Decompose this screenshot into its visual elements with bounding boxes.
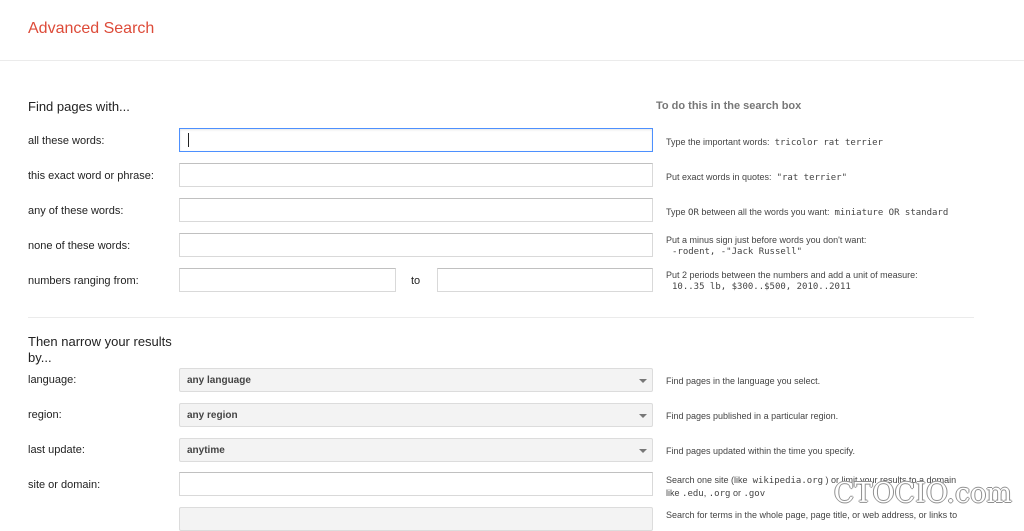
terms-appearing-hint: Search for terms in the whole page, page… [666, 510, 958, 520]
all-words-hint-example: tricolor rat terrier [774, 138, 883, 148]
none-words-hint: Put a minus sign just before words you d… [666, 234, 866, 258]
dropdown-arrow-icon [639, 379, 647, 383]
last-update-label: last update: [28, 444, 85, 456]
region-label: region: [28, 409, 62, 421]
any-words-hint-text-1: Type [666, 207, 686, 217]
site-domain-hint-code4: .gov [743, 489, 766, 499]
all-words-hint: Type the important words: tricolor rat t… [666, 136, 883, 149]
numbers-to-input[interactable] [437, 268, 653, 292]
all-words-label: all these words: [28, 135, 105, 147]
narrow-results-heading: Then narrow your results by... [28, 334, 172, 366]
narrow-results-heading-line1: Then narrow your results [28, 334, 172, 349]
watermark: CTOCIO.com [833, 478, 1012, 509]
any-words-input[interactable] [179, 198, 653, 222]
numbers-to-label: to [411, 275, 421, 287]
none-words-hint-text: Put a minus sign just before words you d… [666, 235, 867, 245]
text-caret [188, 133, 189, 147]
exact-phrase-input[interactable] [179, 163, 653, 187]
last-update-selected-value: anytime [187, 445, 225, 456]
any-words-hint: Type OR between all the words you want: … [666, 206, 948, 219]
exact-phrase-hint: Put exact words in quotes: "rat terrier" [666, 171, 847, 184]
numbers-range-hint: Put 2 periods between the numbers and ad… [666, 269, 918, 293]
numbers-range-label: numbers ranging from: [28, 275, 139, 287]
language-label: language: [28, 374, 77, 386]
site-domain-input[interactable] [179, 472, 653, 496]
any-words-hint-text-2: between all the words you want: [701, 207, 830, 217]
site-domain-hint-part1: Search one site (like [666, 475, 748, 485]
region-hint: Find pages published in a particular reg… [666, 411, 839, 421]
site-domain-hint-part3: like [666, 488, 680, 498]
all-words-input[interactable] [179, 128, 653, 152]
exact-phrase-hint-example: "rat terrier" [776, 173, 848, 183]
narrow-results-heading-line2: by... [28, 350, 52, 365]
terms-appearing-select[interactable] [179, 507, 653, 531]
numbers-range-hint-example: 10..35 lb, $300..$500, 2010..2011 [672, 282, 851, 292]
page-title: Advanced Search [28, 20, 155, 37]
last-update-hint: Find pages updated within the time you s… [666, 446, 855, 456]
dropdown-arrow-icon [639, 414, 647, 418]
exact-phrase-label: this exact word or phrase: [28, 170, 154, 182]
site-domain-hint-code2: .edu [682, 489, 704, 499]
none-words-input[interactable] [179, 233, 653, 257]
language-select[interactable]: any language [179, 368, 653, 392]
find-pages-heading: Find pages with... [28, 99, 130, 114]
site-domain-label: site or domain: [28, 479, 101, 491]
all-words-hint-text: Type the important words: [666, 137, 770, 147]
site-domain-hint-code3: .org [708, 489, 731, 499]
any-words-hint-or: OR [688, 208, 699, 218]
any-words-label: any of these words: [28, 205, 124, 217]
last-update-select[interactable]: anytime [179, 438, 653, 462]
site-domain-hint-or: or [732, 488, 741, 498]
numbers-from-input[interactable] [179, 268, 396, 292]
section-divider [28, 317, 974, 318]
language-selected-value: any language [187, 375, 251, 386]
region-selected-value: any region [187, 410, 238, 421]
any-words-hint-example: miniature OR standard [834, 208, 949, 218]
site-domain-hint-code1: wikipedia.org [752, 476, 824, 486]
none-words-label: none of these words: [28, 240, 131, 252]
language-hint: Find pages in the language you select. [666, 376, 821, 386]
region-select[interactable]: any region [179, 403, 653, 427]
numbers-range-hint-text: Put 2 periods between the numbers and ad… [666, 270, 918, 280]
dropdown-arrow-icon [639, 449, 647, 453]
exact-phrase-hint-text: Put exact words in quotes: [666, 172, 772, 182]
none-words-hint-example: -rodent, -"Jack Russell" [672, 247, 803, 257]
header-divider [0, 60, 1024, 61]
search-box-hint-heading: To do this in the search box [656, 100, 802, 112]
